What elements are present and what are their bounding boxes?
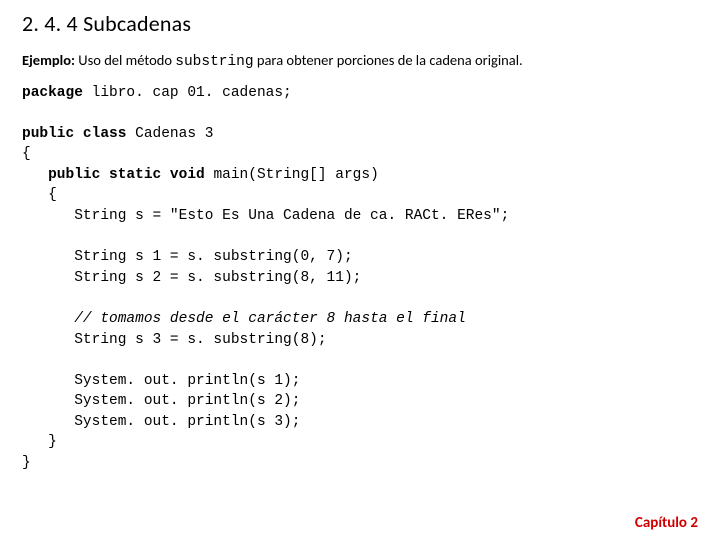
code-l10: String s 3 = s. substring(8); [22, 332, 327, 348]
intro-code: substring [175, 54, 253, 70]
code-l14: } [22, 434, 57, 450]
intro-prefix: Ejemplo: [22, 51, 75, 69]
kw-package: package [22, 85, 83, 101]
code-l7: String s 1 = s. substring(0, 7); [22, 249, 353, 265]
code-block: package libro. cap 01. cadenas; public c… [22, 83, 698, 474]
code-l4-pad [22, 167, 48, 183]
code-l15: } [22, 455, 31, 471]
code-l9-pad [22, 311, 74, 327]
code-l3: { [22, 146, 31, 162]
code-l4: main(String[] args) [205, 167, 379, 183]
code-l2: Cadenas 3 [126, 126, 213, 142]
code-l1: libro. cap 01. cadenas; [83, 85, 292, 101]
intro-before: Uso del método [75, 51, 175, 69]
code-l6: String s = "Esto Es Una Cadena de ca. RA… [22, 208, 509, 224]
section-heading: 2. 4. 4 Subcadenas [22, 10, 698, 37]
code-l8: String s 2 = s. substring(8, 11); [22, 270, 361, 286]
intro-after: para obtener porciones de la cadena orig… [254, 51, 523, 69]
kw-public-class: public class [22, 126, 126, 142]
code-l11: System. out. println(s 1); [22, 373, 300, 389]
code-l5: { [22, 187, 57, 203]
kw-psv: public static void [48, 167, 205, 183]
example-intro: Ejemplo: Uso del método substring para o… [22, 51, 698, 73]
code-comment: // tomamos desde el carácter 8 hasta el … [74, 311, 466, 327]
code-l13: System. out. println(s 3); [22, 414, 300, 430]
code-l12: System. out. println(s 2); [22, 393, 300, 409]
chapter-footer: Capítulo 2 [635, 514, 698, 532]
